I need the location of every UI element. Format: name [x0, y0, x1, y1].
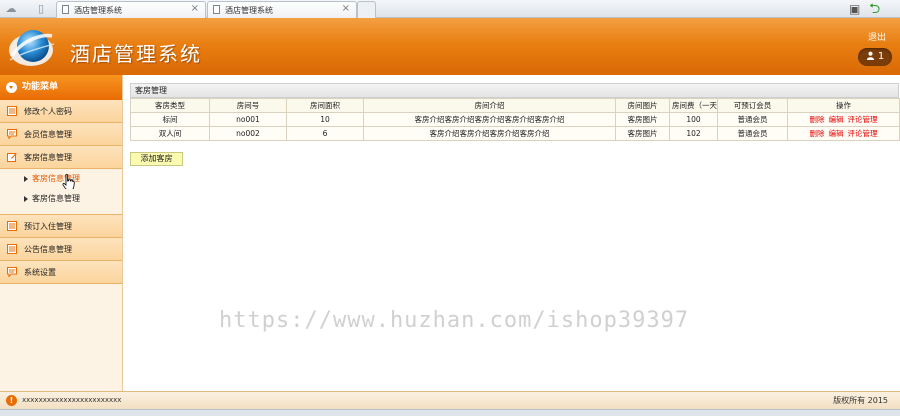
cell-room-number: no001	[209, 112, 287, 127]
panel-title: 客房管理	[130, 83, 899, 98]
cell-member-type: 普通会员	[717, 112, 788, 127]
globe-logo-icon	[9, 30, 55, 66]
sidebar-item-label: 预订入住管理	[24, 222, 72, 231]
edit-icon	[7, 153, 17, 162]
chat-icon	[7, 129, 17, 139]
sidebar-heading[interactable]: 功能菜单	[0, 75, 122, 100]
caret-right-icon	[24, 176, 28, 182]
sidebar-item-change-password[interactable]: 修改个人密码	[0, 100, 122, 123]
cell-room-intro: 客房介绍客房介绍客房介绍客房介绍	[363, 126, 616, 141]
cell-room-price: 100	[669, 112, 718, 127]
table-row: 双人间 no002 6 客房介绍客房介绍客房介绍客房介绍 客房图片 102 普通…	[130, 126, 900, 141]
add-room-button[interactable]: 添加客房	[130, 152, 183, 166]
sidebar-item-rooms[interactable]: 客房信息管理	[0, 146, 122, 169]
main-content: 客房管理 客房类型 房间号 房间面积 房间介绍 房间图片 房间费（一天） 可预订…	[123, 75, 900, 391]
cell-room-intro: 客房介绍客房介绍客房介绍客房介绍客房介绍	[363, 112, 616, 127]
document-icon	[62, 5, 69, 14]
app-title: 酒店管理系统	[70, 42, 202, 66]
sidebar-item-label: 系统设置	[24, 268, 56, 277]
new-tab-button[interactable]	[357, 1, 376, 18]
cell-actions: 删除 编辑 评论管理	[787, 126, 900, 141]
sidebar-item-label: 修改个人密码	[24, 107, 72, 116]
copyright-text: 版权所有 2015	[833, 396, 888, 405]
chat-icon	[7, 267, 17, 277]
cell-room-price: 102	[669, 126, 718, 141]
column-header: 操作	[787, 98, 900, 113]
sidebar-item-settings[interactable]: 系统设置	[0, 261, 122, 284]
cell-room-type: 标间	[130, 112, 210, 127]
browser-status-bar	[0, 409, 900, 416]
user-count: 1	[877, 51, 885, 62]
caret-right-icon	[24, 196, 28, 202]
cell-member-type: 普通会员	[717, 126, 788, 141]
close-tab-icon[interactable]: ×	[342, 3, 350, 14]
delete-link[interactable]: 删除	[810, 129, 825, 138]
comments-link[interactable]: 评论管理	[848, 115, 878, 124]
browser-tab-1[interactable]: 酒店管理系统 ×	[56, 1, 206, 18]
user-badge[interactable]: 1	[858, 48, 892, 66]
cell-room-number: no002	[209, 126, 287, 141]
comments-link[interactable]: 评论管理	[848, 129, 878, 138]
rooms-table: 客房类型 房间号 房间面积 房间介绍 房间图片 房间费（一天） 可预订会员 操作…	[130, 98, 900, 141]
list-icon	[7, 106, 17, 116]
column-header: 可预订会员	[717, 98, 788, 113]
sidebar-item-bookings[interactable]: 预订入住管理	[0, 215, 122, 238]
cell-room-image: 客房图片	[615, 126, 670, 141]
info-icon: !	[6, 395, 17, 406]
sidebar-heading-label: 功能菜单	[22, 82, 59, 92]
cell-room-area: 10	[286, 112, 364, 127]
cloud-icon[interactable]: ☁	[4, 2, 18, 16]
sidebar-item-label: 公告信息管理	[24, 245, 72, 254]
tab-title: 酒店管理系统	[225, 6, 273, 15]
column-header: 房间号	[209, 98, 287, 113]
column-header: 房间图片	[615, 98, 670, 113]
footer-left-text: xxxxxxxxxxxxxxxxxxxxxxxx	[22, 396, 122, 404]
sidebar-item-label: 会员信息管理	[24, 130, 72, 139]
column-header: 客房类型	[130, 98, 210, 113]
sidebar-subitem-room-info[interactable]: 客房信息管理	[0, 189, 122, 209]
sidebar-item-notices[interactable]: 公告信息管理	[0, 238, 122, 261]
table-row: 标间 no001 10 客房介绍客房介绍客房介绍客房介绍客房介绍 客房图片 10…	[130, 112, 900, 127]
footer: ! xxxxxxxxxxxxxxxxxxxxxxxx 版权所有 2015	[0, 391, 900, 409]
sidebar-subitem-label: 客房信息管理	[32, 194, 80, 203]
back-arrow-icon[interactable]: ⮌	[869, 1, 880, 17]
edit-link[interactable]: 编辑	[829, 129, 844, 138]
browser-tab-bar: ☁ ▯ 酒店管理系统 × 酒店管理系统 × ▣ ⮌	[0, 0, 900, 18]
page-settings-icon[interactable]: ▣	[849, 1, 860, 17]
chevron-down-icon	[6, 82, 17, 93]
watermark: https://www.huzhan.com/ishop39397	[219, 308, 690, 333]
document-icon	[213, 5, 220, 14]
column-header: 房间介绍	[363, 98, 616, 113]
cell-room-image: 客房图片	[615, 112, 670, 127]
app-header: 酒店管理系统 退出 1	[0, 18, 900, 75]
user-icon	[866, 51, 874, 60]
list-icon	[7, 221, 17, 231]
cell-room-area: 6	[286, 126, 364, 141]
list-icon	[7, 244, 17, 254]
sidebar-item-members[interactable]: 会员信息管理	[0, 123, 122, 146]
sidebar-subitem-room-info-active[interactable]: 客房信息管理	[0, 169, 122, 191]
sidebar: 功能菜单 修改个人密码 会员信息管理 客房信息管理 客房信息管理 客房信息管理	[0, 75, 123, 391]
tab-title: 酒店管理系统	[74, 6, 122, 15]
cell-room-type: 双人间	[130, 126, 210, 141]
column-header: 房间面积	[286, 98, 364, 113]
column-header: 房间费（一天）	[669, 98, 718, 113]
browser-tab-2[interactable]: 酒店管理系统 ×	[207, 1, 357, 18]
edit-link[interactable]: 编辑	[829, 115, 844, 124]
cell-actions: 删除 编辑 评论管理	[787, 112, 900, 127]
close-tab-icon[interactable]: ×	[191, 3, 199, 14]
sidebar-item-label: 客房信息管理	[24, 153, 72, 162]
page-icon[interactable]: ▯	[34, 2, 48, 16]
table-header-row: 客房类型 房间号 房间面积 房间介绍 房间图片 房间费（一天） 可预订会员 操作	[130, 98, 900, 113]
logout-link[interactable]: 退出	[868, 30, 886, 43]
delete-link[interactable]: 删除	[810, 115, 825, 124]
